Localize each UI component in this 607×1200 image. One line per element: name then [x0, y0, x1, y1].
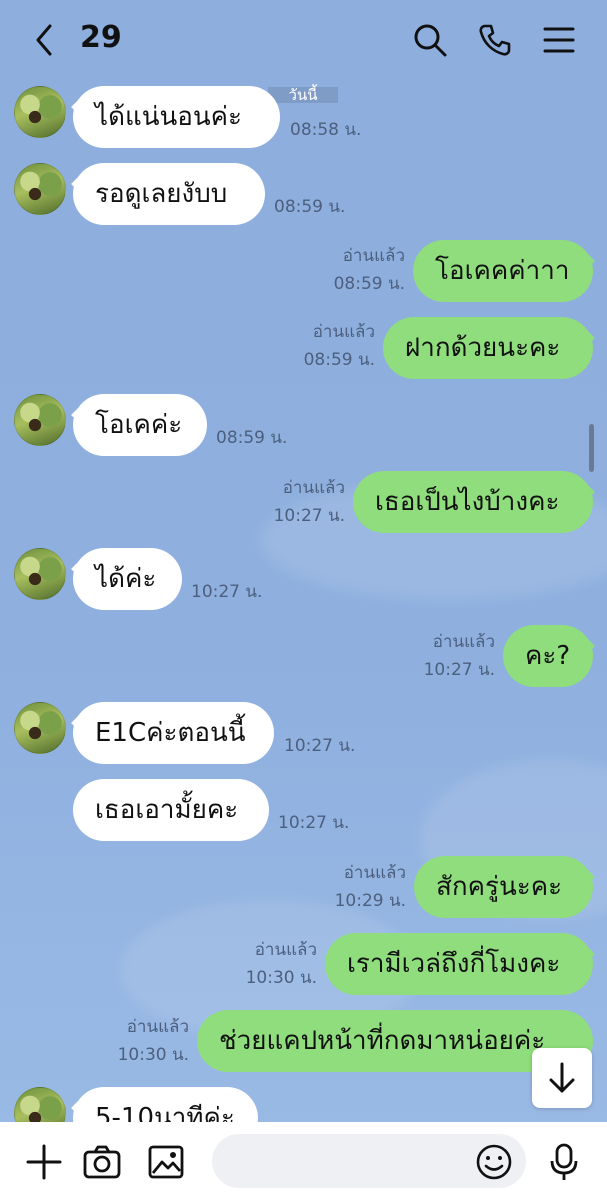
menu-icon[interactable] — [541, 22, 577, 58]
avatar[interactable] — [14, 702, 66, 754]
read-receipt: อ่านแล้ว — [342, 246, 405, 266]
message-bubble-incoming[interactable]: เธอเอามั้ยคะ — [73, 779, 269, 841]
message-time: 10:30 น. — [245, 968, 317, 988]
mic-icon[interactable] — [544, 1142, 584, 1182]
avatar[interactable] — [14, 548, 66, 600]
message-time: 08:59 น. — [303, 350, 375, 370]
chat-header: 29 — [0, 0, 607, 80]
message-time: 10:27 น. — [273, 506, 345, 526]
message-time: 08:59 น. — [216, 428, 288, 448]
chat-title: 29 — [80, 20, 122, 55]
message-bubble-outgoing[interactable]: เธอเป็นไงบ้างคะ — [353, 471, 593, 533]
message-time: 08:59 น. — [274, 197, 346, 217]
emoji-icon[interactable] — [474, 1142, 514, 1182]
scroll-to-bottom-button[interactable] — [532, 1048, 592, 1108]
message-bubble-incoming[interactable]: รอดูเลยงับบ — [73, 163, 265, 225]
message-time: 08:59 น. — [333, 274, 405, 294]
message-bubble-incoming[interactable]: E1Cค่ะตอนนี้ — [73, 702, 274, 764]
scrollbar[interactable] — [589, 424, 594, 472]
message-bubble-outgoing[interactable]: ฝากด้วยนะคะ — [383, 317, 593, 379]
message-time: 10:27 น. — [191, 582, 263, 602]
back-icon[interactable] — [30, 22, 60, 58]
message-bubble-incoming[interactable]: ได้แน่นอนค่ะ — [73, 86, 280, 148]
message-bubble-incoming[interactable]: ได้ค่ะ — [73, 548, 182, 610]
arrow-down-icon — [549, 1062, 575, 1093]
message-bubble-outgoing[interactable]: สักครู่นะคะ — [414, 856, 593, 918]
message-bubble-outgoing[interactable]: โอเคคค่าาา — [413, 240, 593, 302]
phone-icon[interactable] — [477, 22, 513, 58]
image-icon[interactable] — [146, 1142, 186, 1182]
search-icon[interactable] — [412, 22, 448, 58]
message-time: 10:27 น. — [284, 736, 356, 756]
message-time: 10:29 น. — [334, 891, 406, 911]
read-receipt: อ่านแล้ว — [343, 863, 406, 883]
message-bubble-incoming[interactable]: โอเคค่ะ — [73, 394, 207, 456]
message-bubble-outgoing[interactable]: คะ? — [503, 625, 593, 687]
composer-bar — [0, 1122, 607, 1200]
message-time: 10:27 น. — [423, 660, 495, 680]
camera-icon[interactable] — [82, 1142, 122, 1182]
avatar[interactable] — [14, 86, 66, 138]
message-time: 08:58 น. — [290, 120, 362, 140]
read-receipt: อ่านแล้ว — [312, 322, 375, 342]
message-time: 10:30 น. — [117, 1045, 189, 1065]
date-separator: วันนี้ — [268, 87, 338, 103]
avatar[interactable] — [14, 394, 66, 446]
plus-icon[interactable] — [24, 1142, 64, 1182]
read-receipt: อ่านแล้ว — [126, 1017, 189, 1037]
avatar[interactable] — [14, 163, 66, 215]
read-receipt: อ่านแล้ว — [254, 940, 317, 960]
read-receipt: อ่านแล้ว — [282, 478, 345, 498]
message-time: 10:27 น. — [278, 813, 350, 833]
read-receipt: อ่านแล้ว — [432, 632, 495, 652]
message-bubble-outgoing[interactable]: เรามีเวล่ถึงกี่โมงคะ — [325, 933, 593, 995]
